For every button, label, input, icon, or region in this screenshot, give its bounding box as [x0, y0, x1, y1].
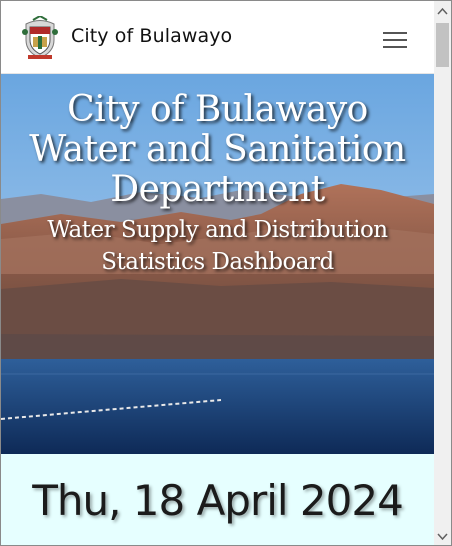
hero-banner: City of Bulawayo Water and Sanitation De… — [1, 74, 434, 454]
hero-subtitle-line-1: Water Supply and Distribution — [47, 217, 388, 243]
brand-title[interactable]: City of Bulawayo — [71, 25, 232, 47]
vertical-scrollbar[interactable] — [434, 1, 451, 545]
navbar: City of Bulawayo — [1, 1, 434, 74]
scroll-up-arrow-icon[interactable] — [434, 3, 451, 20]
city-crest-icon[interactable] — [21, 16, 59, 60]
scroll-down-arrow-icon[interactable] — [434, 528, 451, 545]
scrollbar-thumb[interactable] — [436, 23, 449, 67]
hero-subtitle: Water Supply and Distribution Statistics… — [1, 210, 434, 278]
date-panel: Thu, 18 April 2024 — [1, 454, 434, 545]
hero-subtitle-line-2: Statistics Dashboard — [101, 249, 334, 275]
hero-title: City of Bulawayo Water and Sanitation De… — [1, 74, 434, 210]
hamburger-menu-icon[interactable] — [381, 26, 411, 52]
hero-text: City of Bulawayo Water and Sanitation De… — [1, 74, 434, 278]
current-date: Thu, 18 April 2024 — [32, 476, 404, 525]
browser-window: City of Bulawayo City of Bulawayo Water … — [0, 0, 452, 546]
hero-title-line-2: Water and Sanitation — [29, 129, 406, 170]
hero-title-line-1: City of Bulawayo — [67, 89, 368, 130]
hero-title-line-3: Department — [110, 169, 325, 210]
